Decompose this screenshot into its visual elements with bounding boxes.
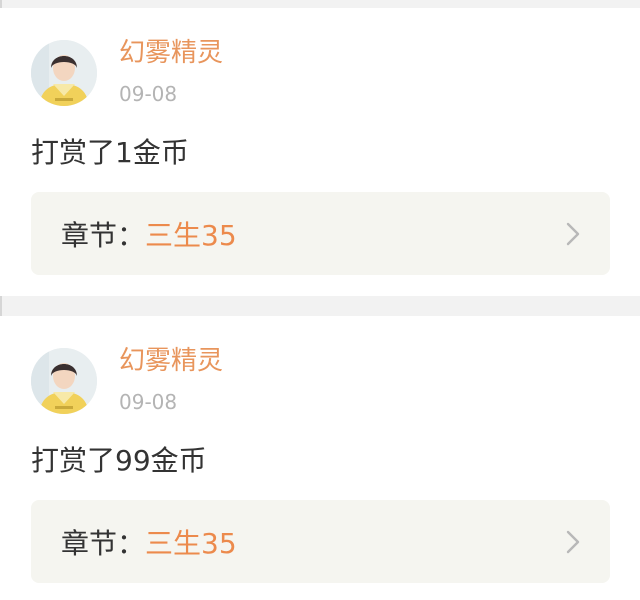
chapter-name: 三生35: [145, 218, 237, 252]
post-date: 09-08: [119, 390, 178, 414]
chevron-right-icon: [566, 222, 580, 245]
chevron-right-icon: [566, 530, 580, 553]
avatar-image: [31, 40, 97, 106]
avatar-image: [31, 348, 97, 414]
user-meta: 幻雾精灵 09-08: [119, 38, 223, 106]
post-date: 09-08: [119, 82, 178, 106]
reward-feed: 幻雾精灵 09-08 打赏了1金币 章节： 三生35 幻雾精灵 09-08 打赏…: [0, 0, 640, 600]
chapter-link[interactable]: 章节： 三生35: [31, 500, 610, 583]
card-header: 幻雾精灵 09-08: [31, 346, 223, 416]
username[interactable]: 幻雾精灵: [119, 346, 223, 376]
avatar[interactable]: [31, 348, 97, 414]
chapter-name: 三生35: [145, 526, 237, 560]
avatar[interactable]: [31, 40, 97, 106]
reward-card: 幻雾精灵 09-08 打赏了1金币 章节： 三生35: [0, 8, 640, 296]
reward-message: 打赏了99金币: [31, 444, 207, 477]
chapter-link[interactable]: 章节： 三生35: [31, 192, 610, 275]
reward-card: 幻雾精灵 09-08 打赏了99金币 章节： 三生35: [0, 316, 640, 600]
chapter-label: 章节：: [61, 218, 146, 252]
username[interactable]: 幻雾精灵: [119, 38, 223, 68]
card-header: 幻雾精灵 09-08: [31, 38, 223, 108]
reward-message: 打赏了1金币: [31, 136, 189, 169]
user-meta: 幻雾精灵 09-08: [119, 346, 223, 414]
chapter-label: 章节：: [61, 526, 146, 560]
